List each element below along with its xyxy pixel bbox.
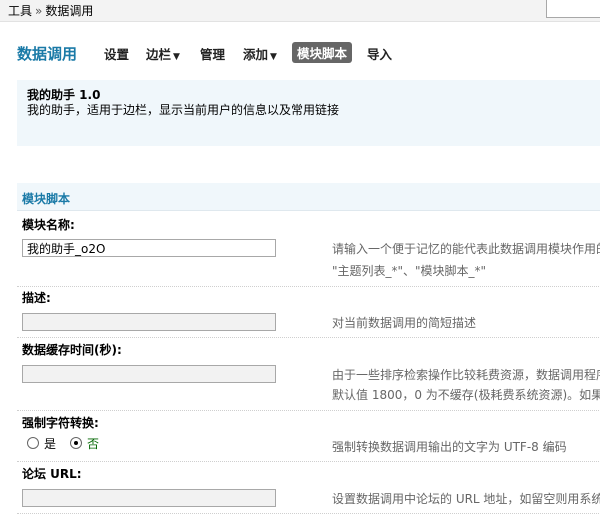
charset-convert-label: 强制字符转换: bbox=[22, 416, 99, 430]
top-search-input[interactable] bbox=[546, 0, 600, 18]
breadcrumb-item-tools[interactable]: 工具 bbox=[8, 4, 32, 18]
charset-convert-radio-group: 是否 bbox=[27, 435, 113, 452]
cache-time-hint: 由于一些排序检索操作比较耗费资源，数据调用程序 bbox=[332, 368, 600, 382]
module-name-label: 模块名称: bbox=[22, 218, 75, 232]
tab-manage[interactable]: 管理 bbox=[200, 44, 225, 63]
tab-settings-label: 设置 bbox=[104, 47, 130, 62]
description-input[interactable] bbox=[22, 313, 276, 331]
tab-manage-label: 管理 bbox=[200, 47, 226, 62]
row-divider bbox=[17, 410, 600, 411]
module-name-hint-2: "主题列表_*"、"模块脚本_*" bbox=[332, 264, 487, 278]
tab-add-label: 添加 bbox=[243, 47, 269, 62]
description-hint: 对当前数据调用的简短描述 bbox=[332, 316, 477, 330]
radio-yes[interactable] bbox=[27, 437, 39, 449]
chevron-down-icon: ▼ bbox=[270, 52, 277, 62]
tab-sidebar[interactable]: 边栏 ▼ bbox=[146, 44, 180, 63]
radio-yes-label[interactable]: 是 bbox=[44, 437, 56, 451]
page-title: 数据调用 bbox=[17, 45, 78, 63]
tab-add[interactable]: 添加 ▼ bbox=[243, 44, 277, 63]
module-name-hint: 请输入一个便于记忆的能代表此数据调用模块作用的 bbox=[332, 242, 600, 256]
breadcrumb-separator: » bbox=[35, 4, 43, 18]
row-divider bbox=[17, 337, 600, 338]
tab-import[interactable]: 导入 bbox=[367, 44, 392, 63]
breadcrumb-item-current: 数据调用 bbox=[45, 4, 94, 18]
module-name-input[interactable] bbox=[22, 239, 276, 257]
cache-time-input[interactable] bbox=[22, 365, 276, 383]
cache-time-label: 数据缓存时间(秒): bbox=[22, 343, 122, 357]
row-divider bbox=[17, 286, 600, 287]
forum-url-hint: 设置数据调用中论坛的 URL 地址，如留空则用系统 bbox=[332, 492, 600, 506]
section-title: 模块脚本 bbox=[22, 192, 71, 206]
section-header bbox=[17, 183, 600, 211]
radio-no[interactable] bbox=[70, 437, 83, 449]
tab-module-script[interactable]: 模块脚本 bbox=[292, 42, 353, 63]
chevron-down-icon: ▼ bbox=[173, 52, 180, 62]
row-divider bbox=[17, 513, 600, 514]
forum-url-label: 论坛 URL: bbox=[22, 467, 82, 481]
tab-import-label: 导入 bbox=[367, 47, 393, 62]
tab-settings[interactable]: 设置 bbox=[104, 44, 129, 63]
row-divider bbox=[17, 461, 600, 462]
charset-convert-hint: 强制转换数据调用输出的文字为 UTF-8 编码 bbox=[332, 440, 567, 454]
forum-url-input[interactable] bbox=[22, 489, 276, 507]
info-description: 我的助手，适用于边栏，显示当前用户的信息以及常用链接 bbox=[27, 103, 340, 117]
cache-time-hint-2: 默认值 1800，0 为不缓存(极耗费系统资源)。如果 bbox=[332, 388, 600, 402]
radio-no-label[interactable]: 否 bbox=[87, 437, 99, 451]
tab-module-script-label: 模块脚本 bbox=[297, 46, 348, 61]
breadcrumb: 工具» 数据调用 bbox=[8, 2, 93, 19]
tab-sidebar-label: 边栏 bbox=[146, 47, 172, 62]
description-label: 描述: bbox=[22, 291, 51, 305]
